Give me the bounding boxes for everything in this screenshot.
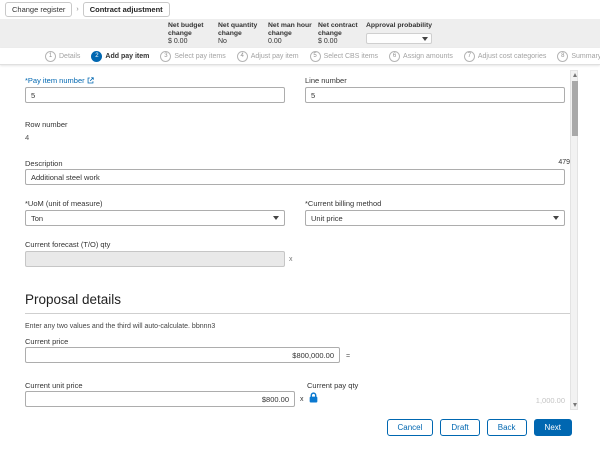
approval-probability-select[interactable] <box>366 33 432 44</box>
metric-net-man-hour-change: Net man hour change 0.00 <box>268 22 316 45</box>
line-number-label: Line number <box>305 76 347 85</box>
step-number: 2 <box>91 51 102 62</box>
metric-net-budget-change: Net budget change $ 0.00 <box>168 22 216 45</box>
step-number: 5 <box>310 51 321 62</box>
forecast-qty-suffix: x <box>289 256 293 263</box>
cancel-button[interactable]: Cancel <box>387 419 434 436</box>
row-number-label: Row number <box>25 120 68 129</box>
description-input[interactable] <box>25 169 565 185</box>
step-label: Adjust pay item <box>251 53 299 60</box>
breadcrumb: Change register › Contract adjustment <box>0 0 600 19</box>
chevron-right-icon: › <box>76 6 78 13</box>
breadcrumb-change-register[interactable]: Change register <box>5 2 72 17</box>
proposal-hint-text: Enter any two values and the third will … <box>25 323 215 330</box>
forecast-qty-label: Current forecast (T/O) qty <box>25 240 110 249</box>
billing-method-label: *Current billing method <box>305 199 381 208</box>
step-label: Select pay items <box>174 53 225 60</box>
step-adjust-pay-item[interactable]: 4 Adjust pay item <box>237 51 299 62</box>
scroll-down-icon[interactable] <box>572 401 578 409</box>
breadcrumb-contract-adjustment[interactable]: Contract adjustment <box>83 2 170 17</box>
wizard-stepper: 1 Details 2 Add pay item 3 Select pay it… <box>0 48 600 65</box>
equals-operator: = <box>346 353 350 360</box>
step-label: Add pay item <box>105 53 149 60</box>
current-pay-qty-value: 1,000.00 <box>480 396 565 405</box>
step-select-cbs-items[interactable]: 5 Select CBS items <box>310 51 378 62</box>
metric-label: Approval probability <box>366 22 461 30</box>
step-add-pay-item[interactable]: 2 Add pay item <box>91 51 149 62</box>
open-in-new-icon <box>87 77 94 84</box>
metric-label: Net budget change <box>168 22 216 36</box>
pay-item-number-input[interactable] <box>25 87 285 103</box>
pay-item-number-label-text: *Pay item number <box>25 76 85 85</box>
metric-approval-probability: Approval probability <box>366 22 461 44</box>
step-number: 1 <box>45 51 56 62</box>
metric-net-quantity-change: Net quantity change No <box>218 22 266 45</box>
current-price-input[interactable] <box>25 347 340 363</box>
scroll-up-icon[interactable] <box>572 71 578 79</box>
current-price-label: Current price <box>25 337 68 346</box>
metric-net-contract-change: Net contract change $ 0.00 <box>318 22 366 45</box>
current-pay-qty-label: Current pay qty <box>307 381 358 390</box>
current-unit-price-input[interactable] <box>25 391 295 407</box>
step-adjust-cost-categories[interactable]: 7 Adjust cost categories <box>464 51 546 62</box>
step-label: Adjust cost categories <box>478 53 546 60</box>
step-number: 8 <box>557 51 568 62</box>
step-select-pay-items[interactable]: 3 Select pay items <box>160 51 225 62</box>
chevron-down-icon <box>422 37 428 41</box>
step-label: Assign amounts <box>403 53 453 60</box>
metric-label: Net quantity change <box>218 22 266 36</box>
metric-value: $ 0.00 <box>168 38 216 45</box>
pay-item-number-label[interactable]: *Pay item number <box>25 76 94 85</box>
scrollbar-thumb[interactable] <box>572 81 578 136</box>
metrics-bar: Net budget change $ 0.00 Net quantity ch… <box>0 19 600 49</box>
forecast-qty-input <box>25 251 285 267</box>
step-label: Select CBS items <box>324 53 378 60</box>
line-number-input[interactable] <box>305 87 565 103</box>
metric-label: Net man hour change <box>268 22 316 36</box>
proposal-details-heading: Proposal details <box>25 292 121 307</box>
lock-icon[interactable] <box>309 392 318 403</box>
step-label: Details <box>59 53 80 60</box>
metric-value: No <box>218 38 266 45</box>
row-number-value: 4 <box>25 133 29 142</box>
next-button[interactable]: Next <box>534 419 572 436</box>
billing-method-select[interactable]: Unit price <box>305 210 565 226</box>
footer-actions: Cancel Draft Back Next <box>387 419 573 436</box>
metric-value: $ 0.00 <box>318 38 366 45</box>
step-number: 3 <box>160 51 171 62</box>
step-summary[interactable]: 8 Summary <box>557 51 600 62</box>
uom-label: *UoM (unit of measure) <box>25 199 103 208</box>
draft-button[interactable]: Draft <box>440 419 479 436</box>
metric-value: 0.00 <box>268 38 316 45</box>
description-char-counter: 479 <box>558 159 570 166</box>
current-unit-price-label: Current unit price <box>25 381 83 390</box>
step-assign-amounts[interactable]: 6 Assign amounts <box>389 51 453 62</box>
chevron-down-icon <box>553 216 559 220</box>
multiply-operator: x <box>300 396 304 403</box>
step-details[interactable]: 1 Details <box>45 51 80 62</box>
metric-label: Net contract change <box>318 22 366 36</box>
vertical-scrollbar[interactable] <box>570 70 578 410</box>
chevron-down-icon <box>273 216 279 220</box>
uom-selected-value: Ton <box>31 214 43 223</box>
section-divider <box>25 313 575 314</box>
uom-select[interactable]: Ton <box>25 210 285 226</box>
step-number: 6 <box>389 51 400 62</box>
description-label: Description <box>25 159 63 168</box>
step-number: 4 <box>237 51 248 62</box>
back-button[interactable]: Back <box>487 419 527 436</box>
step-number: 7 <box>464 51 475 62</box>
step-label: Summary <box>571 53 600 60</box>
billing-method-selected-value: Unit price <box>311 214 343 223</box>
